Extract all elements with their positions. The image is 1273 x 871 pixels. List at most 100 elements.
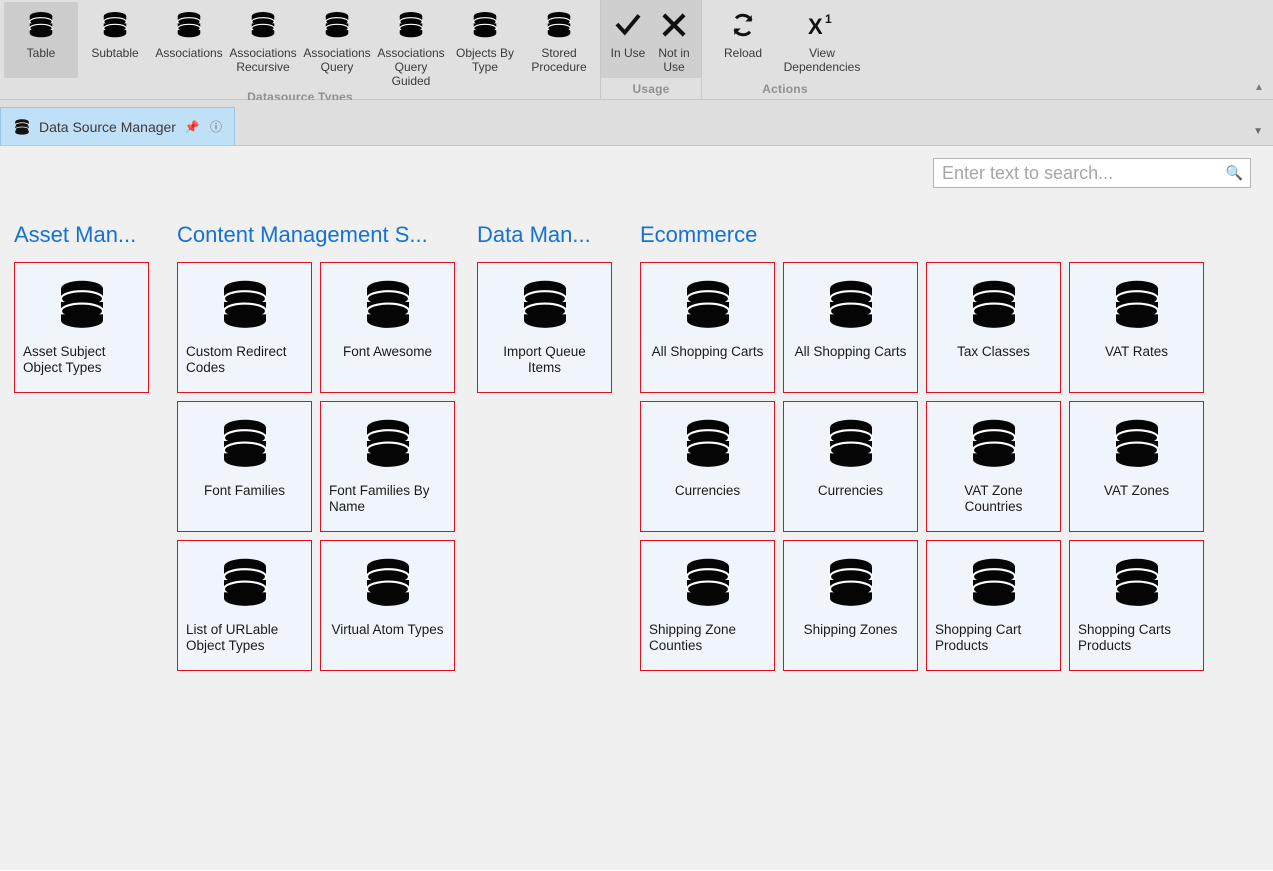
database-icon — [217, 416, 273, 477]
ribbon-button-view-dependencies[interactable]: X 1 View Dependencies — [780, 2, 864, 78]
tab-data-source-manager[interactable]: Data Source Manager 📌 ⓘ — [0, 107, 235, 145]
database-icon — [174, 8, 204, 42]
svg-text:1: 1 — [825, 12, 832, 26]
refresh-icon — [729, 8, 757, 42]
database-icon — [1109, 555, 1165, 616]
database-icon — [680, 555, 736, 616]
database-icon — [823, 277, 879, 338]
ribbon-button-associations[interactable]: Associations — [152, 2, 226, 78]
datasource-tile[interactable]: Currencies — [640, 401, 775, 532]
tab-title: Data Source Manager — [39, 118, 176, 135]
category-column-col-cms: Content Management S... Custom Redirect C… — [163, 222, 463, 671]
database-icon — [517, 277, 573, 338]
svg-text:X: X — [808, 14, 823, 38]
ribbon-button-table[interactable]: Table — [4, 2, 78, 78]
ribbon-button-label: Reload — [723, 46, 763, 60]
datasource-tile[interactable]: Font Families By Name — [320, 401, 455, 532]
tile-label: Tax Classes — [957, 344, 1030, 359]
database-icon — [680, 277, 736, 338]
datasource-tile[interactable]: VAT Zone Countries — [926, 401, 1061, 532]
database-icon — [1109, 416, 1165, 477]
database-icon — [217, 277, 273, 338]
tile-label: All Shopping Carts — [651, 344, 764, 359]
tile-label: VAT Rates — [1104, 344, 1169, 359]
tile-label: Import Queue Items — [503, 344, 586, 375]
ribbon-button-stored-procedure[interactable]: Stored Procedure — [522, 2, 596, 78]
tile-grid: Custom Redirect Codes Font Awesome Font Fa… — [163, 262, 463, 671]
ribbon-button-associations-recursive[interactable]: Associations Recursive — [226, 2, 300, 78]
tab-bar: Data Source Manager 📌 ⓘ ▼ — [0, 100, 1273, 146]
ribbon-button-subtable[interactable]: Subtable — [78, 2, 152, 78]
search-icon[interactable]: 🔍 — [1226, 165, 1243, 182]
database-icon — [966, 555, 1022, 616]
tile-label: Asset Subject Object Types — [23, 344, 106, 375]
database-icon — [966, 277, 1022, 338]
ribbon-button-label: Table — [26, 46, 56, 60]
category-columns: Asset Man... Asset Subject Object Types Co… — [0, 188, 1273, 671]
datasource-tile[interactable]: Shipping Zones — [783, 540, 918, 671]
ribbon-button-label: Associations Recursive — [229, 46, 297, 74]
ribbon-group-label: Usage — [632, 82, 670, 96]
datasource-tile[interactable]: Asset Subject Object Types — [14, 262, 149, 393]
datasource-tile[interactable]: Shopping Carts Products — [1069, 540, 1204, 671]
tile-label: VAT Zones — [1103, 483, 1170, 498]
ribbon-button-associations-query[interactable]: Associations Query — [300, 2, 374, 78]
ribbon-button-associations-query-guided[interactable]: Associations Query Guided — [374, 2, 448, 90]
tile-label: Shipping Zone Counties — [649, 622, 737, 653]
ribbon-group-buttons: Reload X 1 View Dependencies — [702, 0, 868, 78]
datasource-tile[interactable]: All Shopping Carts — [783, 262, 918, 393]
ribbon-button-label: View Dependencies — [783, 46, 861, 74]
category-header: Data Man... — [477, 222, 591, 247]
datasource-tile[interactable]: All Shopping Carts — [640, 262, 775, 393]
tile-label: Virtual Atom Types — [331, 622, 444, 637]
ribbon-button-label: Associations Query — [303, 46, 371, 74]
datasource-tile[interactable]: Font Families — [177, 401, 312, 532]
search-input[interactable] — [934, 159, 1250, 187]
ribbon-group-label: Actions — [762, 82, 808, 96]
datasource-tile[interactable]: Virtual Atom Types — [320, 540, 455, 671]
tile-label: Font Awesome — [342, 344, 433, 359]
category-column-col-data: Data Man... Import Queue Items — [463, 222, 626, 393]
tile-label: Shopping Carts Products — [1078, 622, 1172, 653]
tile-label: All Shopping Carts — [794, 344, 907, 359]
ribbon-button-label: Stored Procedure — [531, 46, 587, 74]
close-icon[interactable]: ⓘ — [208, 119, 224, 135]
tile-grid: Asset Subject Object Types — [0, 262, 163, 393]
ribbon-button-in-use[interactable]: In Use — [605, 2, 651, 78]
tile-label: Shipping Zones — [803, 622, 898, 637]
search-row: 🔍 — [0, 146, 1273, 188]
database-icon — [13, 118, 31, 136]
tile-grid: All Shopping Carts All Shopping Carts Tax … — [626, 262, 1216, 671]
datasource-tile[interactable]: List of URLable Object Types — [177, 540, 312, 671]
chevron-up-icon[interactable]: ▲ — [1251, 81, 1267, 95]
datasource-tile[interactable]: Import Queue Items — [477, 262, 612, 393]
ribbon-button-not-in-use[interactable]: Not in Use — [651, 2, 697, 78]
tile-label: List of URLable Object Types — [186, 622, 279, 653]
ribbon-button-label: Not in Use — [658, 46, 690, 74]
datasource-tile[interactable]: VAT Zones — [1069, 401, 1204, 532]
datasource-tile[interactable]: Font Awesome — [320, 262, 455, 393]
tile-label: Font Families — [203, 483, 286, 498]
database-icon — [322, 8, 352, 42]
tile-label: Shopping Cart Products — [935, 622, 1022, 653]
tile-label: Currencies — [674, 483, 741, 498]
database-icon — [54, 277, 110, 338]
ribbon-button-label: In Use — [610, 46, 646, 60]
search-box[interactable]: 🔍 — [933, 158, 1251, 188]
ribbon-button-label: Subtable — [91, 46, 139, 60]
ribbon-button-reload[interactable]: Reload — [706, 2, 780, 78]
datasource-tile[interactable]: VAT Rates — [1069, 262, 1204, 393]
chevron-down-icon[interactable]: ▼ — [1253, 126, 1263, 137]
datasource-tile[interactable]: Custom Redirect Codes — [177, 262, 312, 393]
content-area: 🔍 Asset Man... Asset Subject Object Types… — [0, 146, 1273, 870]
ribbon-button-objects-by-type[interactable]: Objects By Type — [448, 2, 522, 78]
datasource-tile[interactable]: Shopping Cart Products — [926, 540, 1061, 671]
pin-icon[interactable]: 📌 — [184, 119, 200, 135]
datasource-tile[interactable]: Shipping Zone Counties — [640, 540, 775, 671]
database-icon — [470, 8, 500, 42]
database-icon — [966, 416, 1022, 477]
datasource-tile[interactable]: Tax Classes — [926, 262, 1061, 393]
datasource-tile[interactable]: Currencies — [783, 401, 918, 532]
database-icon — [360, 555, 416, 616]
cross-icon — [661, 8, 687, 42]
